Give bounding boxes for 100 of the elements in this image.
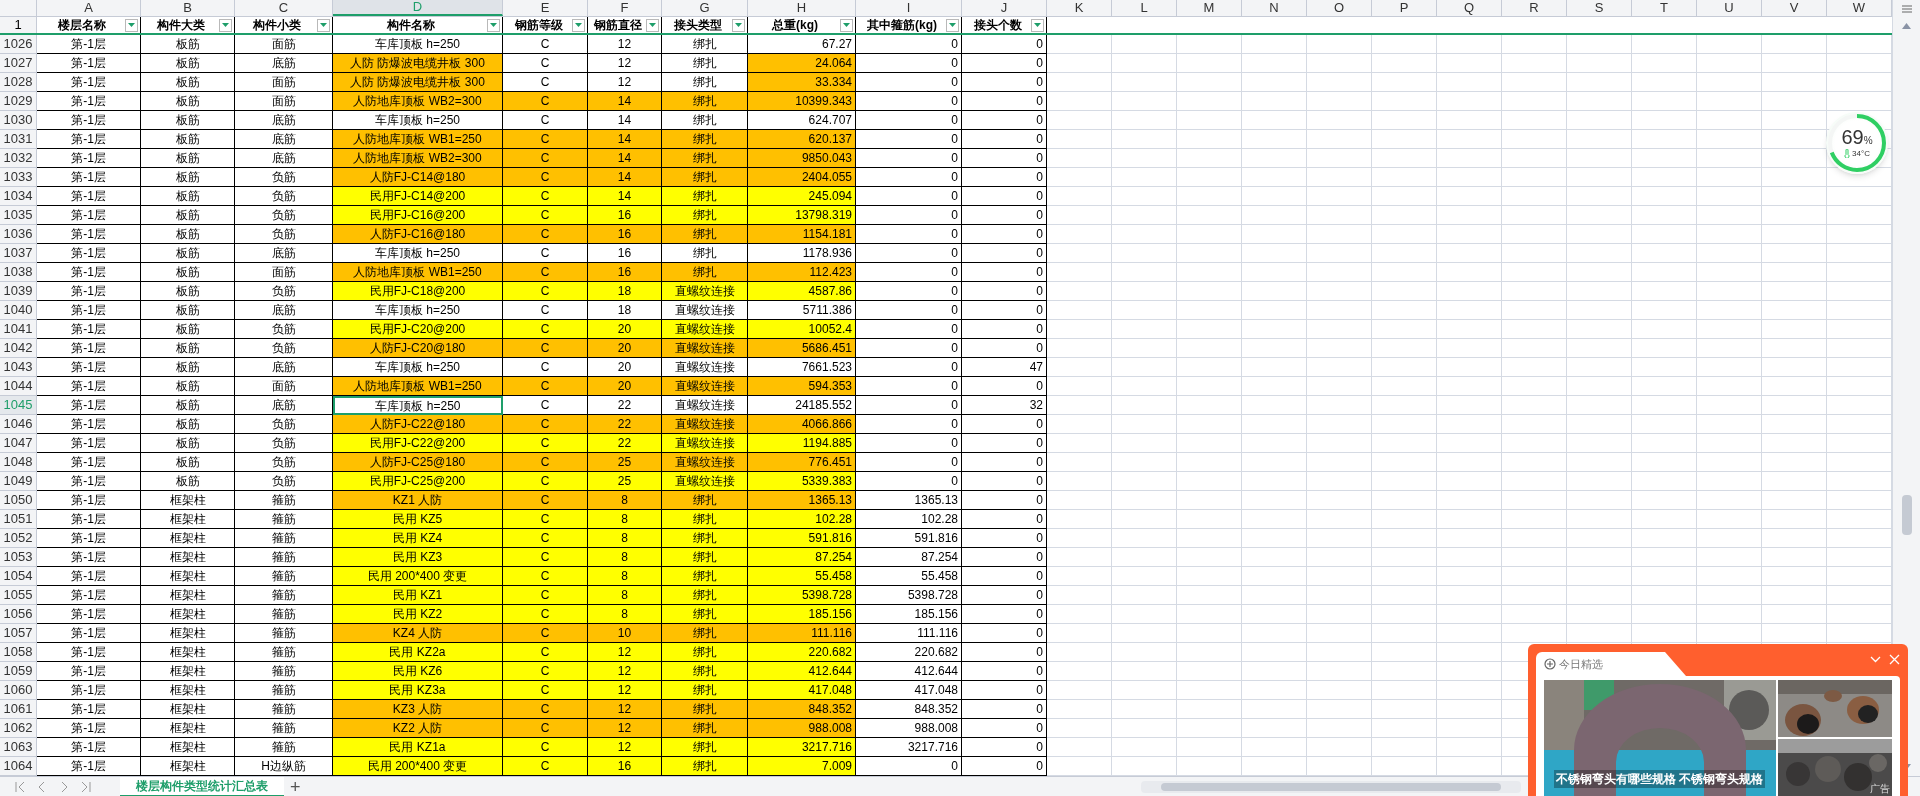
column-header[interactable]: G [662, 0, 748, 16]
row-number[interactable]: 1038 [0, 263, 37, 282]
column-header[interactable]: S [1567, 0, 1632, 16]
row-number[interactable]: 1 [0, 17, 37, 33]
horizontal-scrollbar[interactable] [1140, 780, 1521, 793]
column-header[interactable]: O [1307, 0, 1372, 16]
table-cell: 25 [588, 472, 662, 491]
row-number[interactable]: 1048 [0, 453, 37, 472]
table-cell: C [503, 73, 588, 92]
add-sheet-button[interactable]: + [290, 777, 301, 796]
row-number[interactable]: 1050 [0, 491, 37, 510]
row-number[interactable]: 1054 [0, 567, 37, 586]
sheet-tab[interactable]: 楼层构件类型统计汇总表 [120, 776, 284, 796]
table-cell: 24.064 [748, 54, 856, 73]
row-number[interactable]: 1029 [0, 92, 37, 111]
filter-button[interactable] [946, 18, 959, 32]
column-header[interactable]: L [1112, 0, 1177, 16]
filter-button[interactable] [646, 18, 659, 32]
row-number[interactable]: 1037 [0, 244, 37, 263]
row-number[interactable]: 1043 [0, 358, 37, 377]
table-cell: 人防地库顶板 WB1=250 [333, 263, 503, 282]
row-number[interactable]: 1046 [0, 415, 37, 434]
column-header[interactable]: V [1762, 0, 1827, 16]
row-number[interactable]: 1064 [0, 757, 37, 776]
last-sheet-icon[interactable] [80, 780, 92, 793]
performance-widget[interactable]: 69% 34°C [1826, 112, 1888, 174]
row-number[interactable]: 1053 [0, 548, 37, 567]
menu-icon[interactable] [1900, 3, 1913, 14]
column-header[interactable]: B [141, 0, 235, 16]
column-header[interactable]: R [1502, 0, 1567, 16]
ad-caption[interactable]: 不锈钢弯头有哪些规格 不锈钢弯头规格 [1554, 770, 1766, 788]
close-icon[interactable] [1889, 654, 1900, 665]
row-number[interactable]: 1057 [0, 624, 37, 643]
row-number[interactable]: 1044 [0, 377, 37, 396]
column-header[interactable]: H [748, 0, 856, 16]
filter-button[interactable] [732, 18, 745, 32]
column-header[interactable]: N [1242, 0, 1307, 16]
filter-button[interactable] [572, 18, 585, 32]
column-header[interactable]: T [1632, 0, 1697, 16]
column-header[interactable]: M [1177, 0, 1242, 16]
row-number[interactable]: 1061 [0, 700, 37, 719]
table-cell: 0 [856, 111, 962, 130]
caret-icon [222, 23, 229, 27]
row-number[interactable]: 1062 [0, 719, 37, 738]
table-cell: 0 [962, 757, 1047, 776]
filter-button[interactable] [317, 18, 330, 32]
scrollbar-thumb[interactable] [1160, 782, 1501, 791]
row-number[interactable]: 1049 [0, 472, 37, 491]
row-number[interactable]: 1028 [0, 73, 37, 92]
row-number[interactable]: 1056 [0, 605, 37, 624]
table-cell: 第-1层 [37, 529, 141, 548]
row-number[interactable]: 1026 [0, 35, 37, 54]
row-number[interactable]: 1031 [0, 130, 37, 149]
row-number[interactable]: 1027 [0, 54, 37, 73]
table-cell: 板筋 [141, 282, 235, 301]
column-header[interactable]: E [503, 0, 588, 16]
row-number[interactable]: 1035 [0, 206, 37, 225]
row-number[interactable]: 1047 [0, 434, 37, 453]
table-cell: 底筋 [235, 111, 333, 130]
collapse-icon[interactable] [1870, 654, 1881, 665]
row-number[interactable]: 1036 [0, 225, 37, 244]
column-header[interactable]: P [1372, 0, 1437, 16]
table-cell: 板筋 [141, 339, 235, 358]
filter-button[interactable] [125, 18, 138, 32]
table-cell: 12 [588, 54, 662, 73]
row-number[interactable]: 1058 [0, 643, 37, 662]
row-number[interactable]: 1042 [0, 339, 37, 358]
table-cell: 板筋 [141, 415, 235, 434]
row-number[interactable]: 1051 [0, 510, 37, 529]
column-header[interactable]: F [588, 0, 662, 16]
first-sheet-icon[interactable] [14, 780, 26, 793]
column-header[interactable]: I [856, 0, 962, 16]
table-cell: C [503, 453, 588, 472]
row-number[interactable]: 1030 [0, 111, 37, 130]
filter-button[interactable] [487, 18, 500, 32]
table-cell: 绑扎 [662, 719, 748, 738]
column-header[interactable]: U [1697, 0, 1762, 16]
row-number[interactable]: 1041 [0, 320, 37, 339]
row-number[interactable]: 1033 [0, 168, 37, 187]
row-number[interactable]: 1039 [0, 282, 37, 301]
filter-button[interactable] [840, 18, 853, 32]
thermometer-icon [1844, 149, 1851, 158]
row-number[interactable]: 1055 [0, 586, 37, 605]
column-header[interactable]: Q [1437, 0, 1502, 16]
scroll-up-icon[interactable] [1902, 23, 1911, 29]
row-number[interactable]: 1059 [0, 662, 37, 681]
row-number[interactable]: 1060 [0, 681, 37, 700]
filter-button[interactable] [1031, 18, 1044, 32]
row-number[interactable]: 1052 [0, 529, 37, 548]
row-number[interactable]: 1032 [0, 149, 37, 168]
row-number[interactable]: 1063 [0, 738, 37, 757]
row-number[interactable]: 1034 [0, 187, 37, 206]
column-header[interactable]: K [1047, 0, 1112, 16]
table-cell: 0 [962, 92, 1047, 111]
table-cell: 8 [588, 491, 662, 510]
caret-icon [1034, 23, 1041, 27]
column-header[interactable]: A [37, 0, 141, 16]
row-number[interactable]: 1040 [0, 301, 37, 320]
scrollbar-thumb[interactable] [1901, 495, 1912, 535]
filter-button[interactable] [219, 18, 232, 32]
